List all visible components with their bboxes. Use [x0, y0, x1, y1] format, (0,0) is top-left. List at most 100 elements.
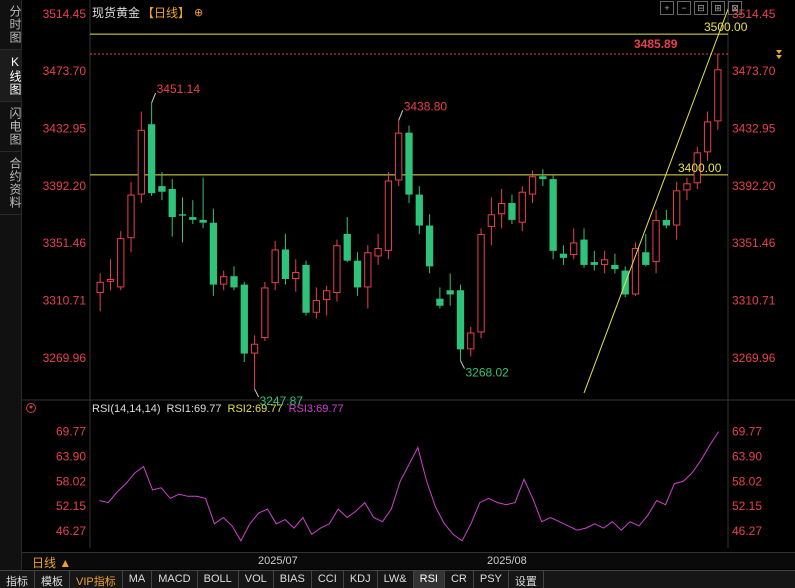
- candle-body-down: [147, 124, 156, 194]
- rsi2-value: RSI2:69.77: [227, 403, 283, 415]
- tab-lw[interactable]: LW&: [378, 571, 414, 588]
- rsi1-value: RSI1:69.77: [166, 403, 222, 415]
- candle-body-down: [580, 239, 588, 265]
- price-tick-left: 3473.70: [43, 64, 87, 78]
- tab-psy[interactable]: PSY: [474, 571, 509, 588]
- candle-body-up: [292, 271, 300, 279]
- candle-body-down: [168, 188, 176, 218]
- indicator-tab-bar: 指标 模板 VIP指标 MA MACD BOLL VOL BIAS CCI KD…: [0, 570, 795, 588]
- tab-timeshare[interactable]: 分时图: [0, 0, 22, 50]
- tab-template[interactable]: 模板: [35, 571, 70, 588]
- tab-settings[interactable]: 设置: [509, 571, 544, 588]
- date-label-august: 2025/08: [487, 555, 527, 567]
- candle-body-down: [199, 219, 207, 223]
- candle-body-up: [374, 248, 382, 257]
- candle-body-up: [261, 287, 269, 339]
- annotation-high-1-pointer: [151, 92, 157, 104]
- annotation-high-2-pointer: [398, 110, 404, 121]
- rsi-tick-left: 63.90: [56, 449, 86, 463]
- candle-body-up: [652, 219, 660, 263]
- rsi-tick-left: 58.02: [56, 474, 86, 488]
- tab-vip-indicator[interactable]: VIP指标: [70, 571, 123, 588]
- candle-body-up: [498, 203, 506, 215]
- zoom-out-icon[interactable]: −: [677, 1, 691, 15]
- tab-contract-info[interactable]: 合约资料: [0, 152, 22, 215]
- candle-body-up: [703, 121, 712, 153]
- candle-body-down: [178, 214, 187, 216]
- tab-kdj[interactable]: KDJ: [344, 571, 378, 588]
- price-tick-right: 3269.96: [732, 351, 776, 365]
- settings-icon[interactable]: ⊕: [194, 6, 203, 19]
- candle-body-down: [642, 252, 650, 265]
- candle-body-up: [384, 180, 393, 251]
- date-label-july: 2025/07: [258, 555, 298, 567]
- tab-ma[interactable]: MA: [123, 571, 153, 588]
- candle-body-up: [600, 259, 609, 265]
- candle-body-down: [508, 203, 516, 220]
- candle-body-down: [230, 276, 238, 288]
- chart-canvas[interactable]: 3500.003400.003451.143438.803247.873268.…: [22, 0, 795, 550]
- candle-body-up: [528, 176, 537, 195]
- candle-body-down: [425, 225, 434, 267]
- price-tick-right: 3432.95: [732, 121, 776, 135]
- rsi-line: [99, 431, 720, 542]
- price-tick-right: 3473.70: [732, 64, 776, 78]
- tab-macd[interactable]: MACD: [152, 571, 198, 588]
- rsi-tick-right: 58.02: [732, 474, 762, 488]
- candle-body-down: [158, 186, 166, 192]
- rsi-params: RSI(14,14,14): [92, 403, 161, 415]
- candle-body-up: [271, 249, 279, 284]
- candle-body-down: [302, 264, 310, 313]
- candle-body-down: [539, 176, 547, 180]
- candle-body-down: [446, 290, 454, 295]
- tab-vol[interactable]: VOL: [239, 571, 274, 588]
- price-tick-left: 3432.95: [43, 121, 87, 135]
- annotation-low-1-pointer: [254, 388, 260, 398]
- candle-body-up: [364, 252, 372, 288]
- candle-body-up: [127, 194, 135, 239]
- candle-body-up: [312, 300, 320, 313]
- price-tick-right: 3310.71: [732, 294, 776, 308]
- candle-body-down: [240, 284, 248, 354]
- tab-cr[interactable]: CR: [445, 571, 474, 588]
- hline-label-3400: 3400.00: [678, 161, 722, 175]
- rsi-tick-left: 52.15: [56, 499, 86, 513]
- tab-kline[interactable]: K线图: [0, 50, 22, 102]
- chart-title: 现货黄金 【日线】 ⊕: [92, 4, 203, 21]
- view-sidebar: 分时图 K线图 闪电图 合约资料: [0, 0, 22, 570]
- tab-rsi[interactable]: RSI: [413, 571, 445, 588]
- rsi-tick-right: 63.90: [732, 449, 762, 463]
- candle-body-down: [415, 194, 423, 226]
- date-axis-bar: 日线 ▲ 2025/07 2025/08: [22, 552, 795, 571]
- expand-icon[interactable]: ⊞: [711, 1, 725, 15]
- chart-toolbar: + − ⊟ ⊞ ⊠: [660, 1, 742, 15]
- rsi-tick-right: 46.27: [732, 524, 762, 538]
- annotation-high-2: 3438.80: [404, 99, 448, 113]
- rsi-legend: RSI(14,14,14) RSI1:69.77 RSI2:69.77 RSI3…: [92, 403, 344, 415]
- period-selector[interactable]: 日线 ▲: [32, 554, 71, 571]
- candle-body-up: [714, 69, 722, 122]
- rsi-tick-left: 69.77: [56, 425, 86, 439]
- tab-indicator[interactable]: 指标: [0, 571, 35, 588]
- candle-body-up: [106, 278, 115, 282]
- hline-label-3500: 3500.00: [704, 20, 748, 34]
- candle-body-up: [570, 242, 578, 256]
- rsi-tick-right: 52.15: [732, 499, 762, 513]
- candle-body-down: [662, 219, 671, 226]
- candle-body-up: [250, 343, 259, 354]
- layout-icon[interactable]: ⊟: [694, 1, 708, 15]
- chart-area[interactable]: 3500.00 3400.00 3451.14 3438.80 3247.87 3268.…: [22, 0, 795, 550]
- price-tick-right: 3351.46: [732, 236, 776, 250]
- close-icon[interactable]: ⊠: [728, 1, 742, 15]
- rsi-settings-icon[interactable]: ●: [26, 403, 36, 413]
- tab-boll[interactable]: BOLL: [198, 571, 239, 588]
- candle-body-up: [477, 233, 485, 333]
- tab-bias[interactable]: BIAS: [274, 571, 312, 588]
- tab-cci[interactable]: CCI: [312, 571, 344, 588]
- candle-body-up: [117, 238, 125, 288]
- zoom-in-icon[interactable]: +: [660, 1, 674, 15]
- tab-flash-chart[interactable]: 闪电图: [0, 102, 22, 152]
- candle-body-up: [518, 191, 526, 223]
- rsi3-value: RSI3:69.77: [288, 403, 344, 415]
- price-tick-right: 3392.20: [732, 179, 776, 193]
